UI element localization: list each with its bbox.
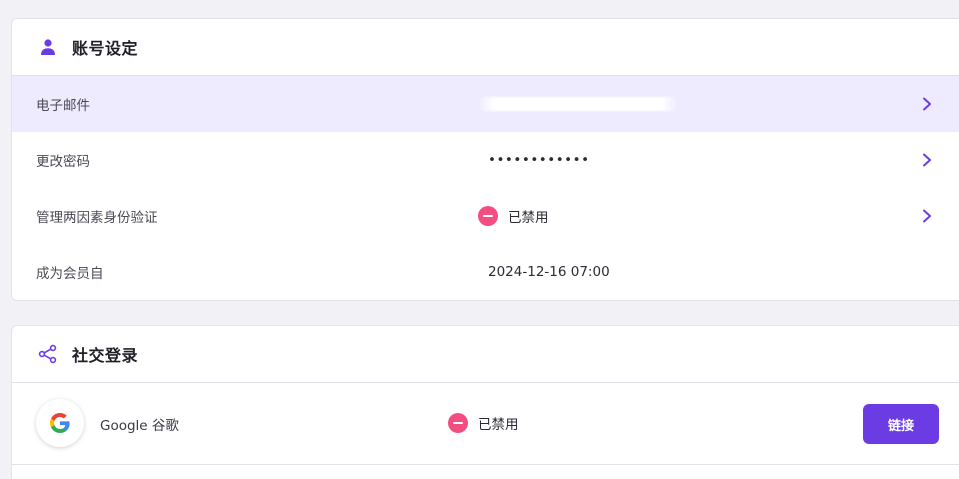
user-icon: [38, 37, 58, 57]
account-settings-header: 账号设定: [12, 19, 959, 76]
member-since-row: 成为会员自 2024-12-16 07:00: [12, 244, 959, 300]
social-login-card: 社交登录 Google 谷歌 已禁用 链接: [11, 325, 959, 479]
account-settings-card: 账号设定 电子邮件 更改密码 •••••••••••• 管理两因素身份验证 已禁…: [11, 18, 959, 301]
email-value-redacted: [478, 97, 678, 111]
password-value: ••••••••••••: [488, 152, 590, 168]
change-password-label: 更改密码: [36, 154, 90, 170]
email-label: 电子邮件: [36, 98, 90, 114]
two-factor-row[interactable]: 管理两因素身份验证 已禁用: [12, 188, 959, 244]
member-since-value: 2024-12-16 07:00: [488, 264, 610, 280]
email-row[interactable]: 电子邮件: [12, 76, 959, 132]
disabled-status-icon: [478, 206, 498, 226]
chevron-right-icon[interactable]: [920, 209, 934, 223]
social-login-title: 社交登录: [72, 346, 139, 365]
share-icon: [38, 344, 58, 364]
disabled-status-icon: [448, 413, 468, 433]
google-provider-name: Google 谷歌: [100, 418, 179, 434]
account-settings-title: 账号设定: [72, 39, 139, 58]
change-password-row[interactable]: 更改密码 ••••••••••••: [12, 132, 959, 188]
google-status-text: 已禁用: [478, 417, 519, 433]
google-logo-icon: [36, 399, 84, 447]
google-status: 已禁用: [448, 413, 519, 433]
chevron-right-icon[interactable]: [920, 97, 934, 111]
member-since-label: 成为会员自: [36, 266, 104, 282]
google-provider-row: Google 谷歌 已禁用 链接: [12, 383, 959, 465]
social-login-header: 社交登录: [12, 326, 959, 383]
two-factor-status: 已禁用: [478, 206, 549, 226]
two-factor-status-text: 已禁用: [508, 210, 549, 226]
link-google-button[interactable]: 链接: [863, 404, 939, 444]
two-factor-label: 管理两因素身份验证: [36, 210, 158, 226]
chevron-right-icon[interactable]: [920, 153, 934, 167]
